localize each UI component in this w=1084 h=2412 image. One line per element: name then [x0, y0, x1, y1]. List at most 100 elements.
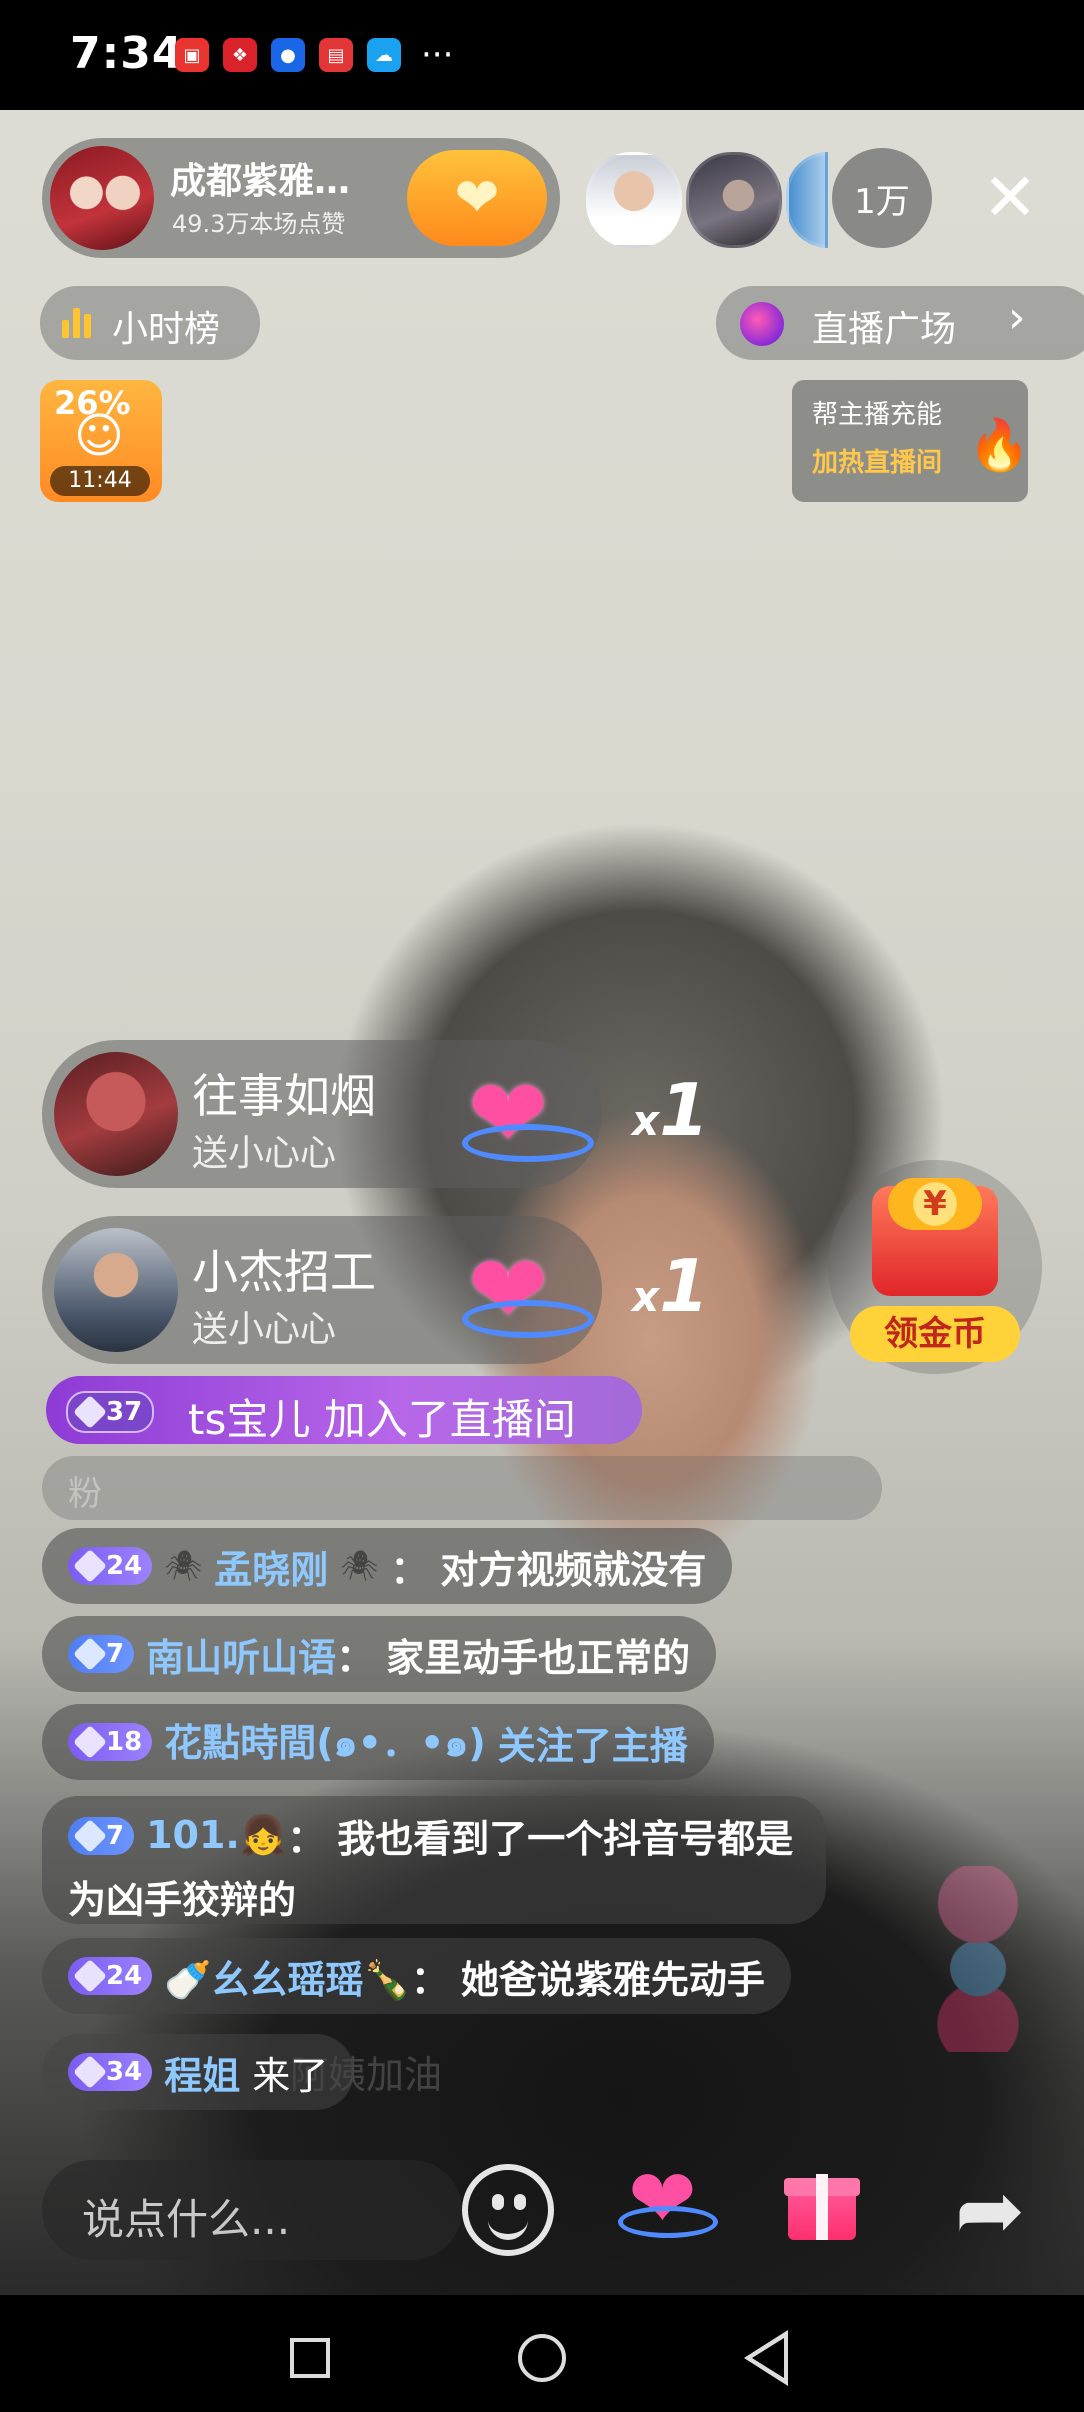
back-icon[interactable]	[744, 2330, 788, 2386]
chat-separator: ：	[410, 1957, 449, 2002]
level-gem-icon	[73, 2055, 107, 2089]
chat-message[interactable]: 7 101.👧： 我也看到了一个抖音号都是 为凶手狡辩的	[42, 1796, 826, 1924]
gift-box-icon[interactable]	[784, 2164, 860, 2242]
chat-content: 关注了主播	[497, 1723, 688, 1768]
follow-heart-icon: ❤	[454, 166, 500, 229]
spider-icon: 🕷	[340, 1548, 379, 1584]
heart-gift-icon: ❤	[462, 1242, 594, 1342]
status-bar: 7:34 ▣ ❖ ● ▤ ☁ ···	[0, 0, 1084, 110]
chat-message[interactable]: 24 🕷 孟晓刚 🕷 ： 对方视频就没有	[42, 1528, 733, 1604]
comment-input[interactable]: 说点什么...	[42, 2160, 462, 2260]
anchor-avatar[interactable]	[50, 146, 154, 250]
spider-icon: 🕷	[164, 1548, 203, 1584]
task-timer: 11:44	[50, 466, 150, 496]
gift-multiplier: x1	[632, 1068, 710, 1152]
user-level-badge: 37	[66, 1391, 155, 1433]
hour-rank-button[interactable]: 小时榜	[40, 286, 260, 360]
chevron-right-icon: ›	[1008, 292, 1026, 343]
like-heart-icon[interactable]: ❤	[616, 2152, 718, 2252]
anchor-info[interactable]: 成都紫雅… 49.3万本场点赞 ❤	[42, 138, 560, 258]
follow-button[interactable]: ❤	[407, 150, 547, 246]
chat-message[interactable]: 7 南山听山语： 家里动手也正常的	[42, 1616, 717, 1692]
gift-sender-avatar[interactable]	[54, 1228, 178, 1352]
level-gem-icon	[73, 1959, 107, 1993]
user-level-badge: 34	[68, 2053, 153, 2091]
planet-icon	[740, 302, 784, 346]
chat-username[interactable]: 孟晓刚	[214, 1539, 328, 1594]
chat-username[interactable]: 🍼幺幺瑶瑶🍾	[164, 1949, 411, 2004]
app-blue-bulb-icon: ●	[271, 38, 305, 72]
hour-rank-label: 小时榜	[112, 309, 221, 350]
join-message: 37 ts宝儿 加入了直播间	[46, 1376, 642, 1444]
notification-icons: ▣ ❖ ● ▤ ☁ ···	[175, 38, 453, 72]
rank-bars-icon	[62, 308, 91, 338]
system-navigation-bar	[0, 2296, 1084, 2412]
gift-notification: 往事如烟 送小心心 ❤ x1	[42, 1040, 709, 1188]
boost-line-1: 帮主播充能	[812, 400, 943, 430]
share-icon[interactable]: ➦	[940, 2160, 1040, 2260]
chat-content: 来了	[252, 2053, 329, 2098]
chat-content-continued: 为凶手狡辩的	[68, 1878, 297, 1922]
emoji-icon[interactable]	[462, 2164, 554, 2256]
gift-action: 送小心心	[192, 1309, 337, 1350]
recent-apps-icon[interactable]	[290, 2338, 330, 2378]
boost-live-button[interactable]: 帮主播充能 加热直播间 🔥	[792, 380, 1031, 502]
claim-coins-button[interactable]: ¥ 领金币	[828, 1160, 1042, 1374]
anchor-name: 成都紫雅…	[170, 161, 351, 202]
chat-separator: ：	[287, 1817, 326, 1861]
join-message-text: ts宝儿 加入了直播间	[188, 1395, 576, 1444]
fire-icon: 🔥	[968, 416, 1031, 474]
level-diamond-icon	[73, 1818, 107, 1853]
chat-message[interactable]: 18 花點時間(๑•．•๑) 关注了主播	[42, 1704, 714, 1780]
user-level-badge: 24	[68, 1957, 153, 1995]
user-level-badge: 7	[68, 1816, 135, 1855]
user-level-badge: 24	[68, 1547, 153, 1585]
gift-sender-name: 小杰招工	[192, 1245, 376, 1299]
gift-sender-name: 往事如烟	[192, 1069, 376, 1123]
level-gem-icon	[73, 1395, 107, 1429]
chat-separator: ：	[336, 1635, 375, 1680]
gift-sender-avatar[interactable]	[54, 1052, 178, 1176]
chat-message[interactable]: 34 程姐 来了	[42, 2034, 355, 2110]
chat-content: 她爸说紫雅先动手	[460, 1957, 765, 2002]
live-stream-screen: 7:34 ▣ ❖ ● ▤ ☁ ··· 成都紫雅… 49.3万本场点赞 ❤ 1万 …	[0, 0, 1084, 2412]
live-plaza-label: 直播广场	[812, 309, 957, 350]
heart-gift-icon: ❤	[462, 1066, 594, 1166]
gift-action: 送小心心	[192, 1133, 337, 1174]
chat-content: 我也看到了一个抖音号都是	[337, 1817, 794, 1861]
app-red-icon-2: ▤	[319, 38, 353, 72]
chat-username[interactable]: 花點時間(๑•．•๑)	[164, 1712, 486, 1773]
live-plaza-button[interactable]: 直播广场 ›	[716, 286, 1084, 360]
chat-username[interactable]: 101.👧	[146, 1813, 287, 1858]
chat-content: 对方视频就没有	[440, 1547, 707, 1592]
fan-club-message: 粉	[42, 1456, 882, 1520]
home-icon[interactable]	[518, 2334, 566, 2382]
floating-gift-decoration	[928, 1866, 1028, 2052]
claim-coins-label: 领金币	[850, 1306, 1020, 1362]
boost-line-2: 加热直播间	[812, 448, 943, 478]
viewer-avatar[interactable]	[586, 152, 682, 248]
user-level-badge: 18	[68, 1723, 153, 1761]
task-percent: 26%	[54, 384, 131, 422]
comment-placeholder: 说点什么...	[82, 2195, 291, 2244]
chat-separator: ：	[390, 1547, 429, 1592]
app-red-icon: ❖	[223, 38, 257, 72]
close-icon[interactable]: ✕	[972, 160, 1048, 236]
level-diamond-icon	[73, 1637, 107, 1671]
status-time: 7:34	[70, 28, 184, 79]
viewer-avatar[interactable]	[686, 152, 782, 248]
level-gem-icon	[73, 1549, 107, 1583]
user-level-badge: 7	[68, 1635, 135, 1673]
more-notifications-icon: ···	[421, 35, 454, 75]
gift-multiplier: x1	[632, 1244, 710, 1328]
treasure-chest-icon: ¥	[872, 1178, 998, 1296]
bottom-toolbar: 说点什么... ❤ ➦	[0, 2126, 1084, 2296]
chat-content: 家里动手也正常的	[386, 1635, 691, 1680]
chat-username[interactable]: 南山听山语	[146, 1627, 336, 1682]
chat-message[interactable]: 24 🍼幺幺瑶瑶🍾： 她爸说紫雅先动手	[42, 1938, 791, 2014]
viewer-count[interactable]: 1万	[832, 148, 932, 248]
anchor-likes: 49.3万本场点赞	[172, 210, 346, 238]
chat-username[interactable]: 程姐	[164, 2045, 240, 2100]
level-gem-icon	[73, 1725, 107, 1759]
task-progress-badge[interactable]: ☺ 26% 11:44	[40, 380, 162, 502]
